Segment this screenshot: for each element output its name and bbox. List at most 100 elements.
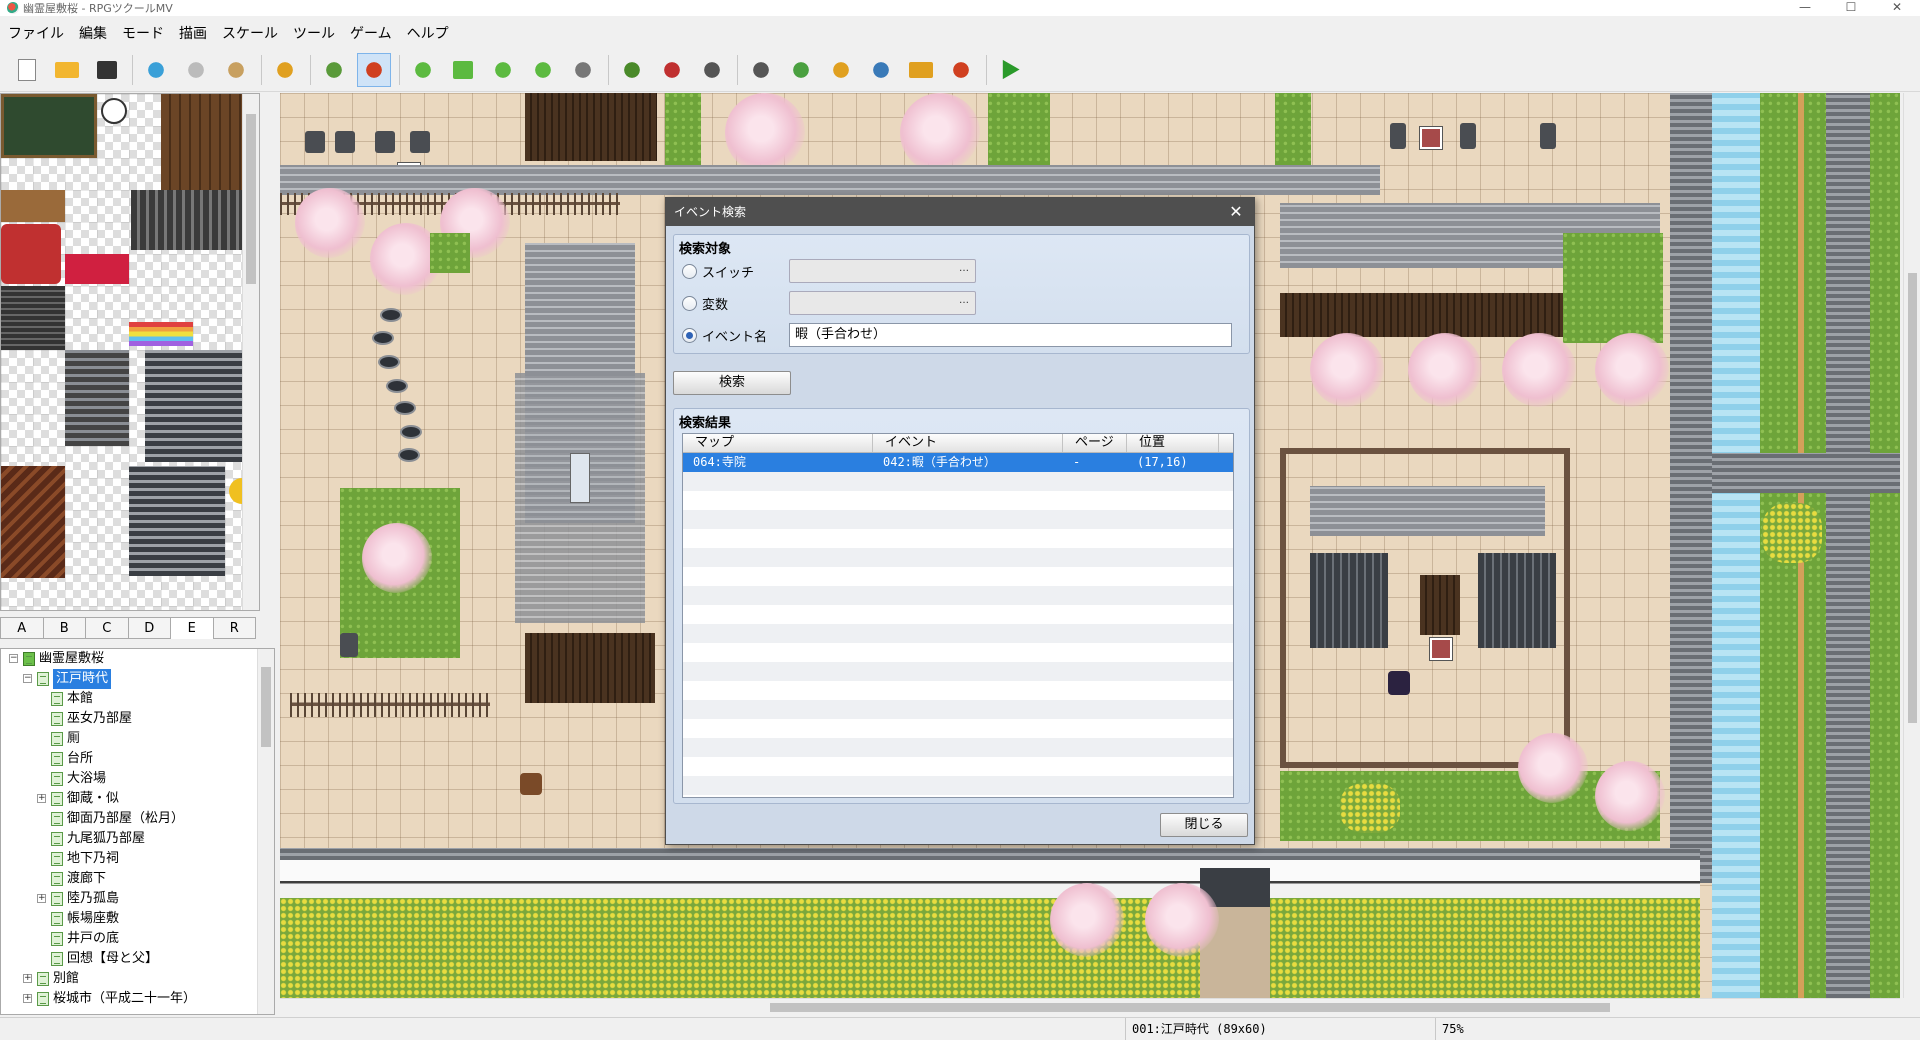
event-searcher-button[interactable] xyxy=(864,53,898,87)
map-event-marker[interactable] xyxy=(1430,638,1452,660)
menu-help[interactable]: ヘルプ xyxy=(399,23,456,43)
open-project-button[interactable] xyxy=(50,53,84,87)
collapse-icon[interactable]: − xyxy=(9,654,18,663)
tileset-tab-c[interactable]: C xyxy=(86,617,129,639)
column-page[interactable]: ページ xyxy=(1063,434,1127,452)
tileset-grid[interactable] xyxy=(1,94,257,610)
map-tree-item[interactable]: 巫女乃部屋 xyxy=(1,709,274,729)
close-window-button[interactable]: ✕ xyxy=(1874,0,1920,16)
column-map[interactable]: マップ xyxy=(683,434,873,452)
map-tree-item[interactable]: + 桜城市（平成二十一年） xyxy=(1,989,274,1009)
rectangle-button[interactable] xyxy=(446,53,480,87)
radio-switch-row[interactable]: スイッチ xyxy=(682,259,754,283)
flood-fill-button[interactable] xyxy=(526,53,560,87)
minimize-button[interactable]: — xyxy=(1782,0,1828,16)
expand-icon[interactable]: + xyxy=(23,974,32,983)
plugin-manager-button[interactable] xyxy=(784,53,818,87)
menu-tools[interactable]: ツール xyxy=(285,23,342,43)
undo-button[interactable] xyxy=(268,53,302,87)
map-tree-item[interactable]: 地下乃祠 xyxy=(1,849,274,869)
tile-red-cloth[interactable] xyxy=(65,254,129,284)
playtest-button[interactable] xyxy=(993,53,1027,87)
pencil-button[interactable] xyxy=(406,53,440,87)
map-tree-item[interactable]: 厠 xyxy=(1,729,274,749)
close-button[interactable]: 閉じる xyxy=(1160,813,1248,837)
expand-icon[interactable]: + xyxy=(37,894,46,903)
map-tree-item[interactable]: 井戸の底 xyxy=(1,929,274,949)
expand-icon[interactable]: + xyxy=(37,794,46,803)
results-table[interactable]: マップ イベント ページ 位置 064:寺院 042:暇（手合わせ） - (17,16… xyxy=(682,433,1234,798)
event-mode-button[interactable] xyxy=(357,52,391,87)
map-tree-item[interactable]: − 江戸時代 xyxy=(1,669,274,689)
map-horizontal-scrollbar[interactable] xyxy=(280,998,1900,1015)
tileset-tab-b[interactable]: B xyxy=(43,617,86,639)
map-tree[interactable]: − 幽霊屋敷桜 − 江戸時代 本館 巫女乃部屋厠台所 大浴場 + 御蔵・似 御面乃部屋（松月） 九尾… xyxy=(0,648,275,1015)
cut-button[interactable] xyxy=(139,53,173,87)
scrollbar-thumb[interactable] xyxy=(261,667,271,747)
save-project-button[interactable] xyxy=(90,53,124,87)
radio-variable-row[interactable]: 変数 xyxy=(682,291,728,315)
radio-event-name[interactable] xyxy=(682,327,697,343)
character-generator-button[interactable] xyxy=(944,53,978,87)
ellipse-button[interactable] xyxy=(486,53,520,87)
map-tree-item[interactable]: 大浴場 xyxy=(1,769,274,789)
map-tree-item[interactable]: 御面乃部屋（松月） xyxy=(1,809,274,829)
menu-edit[interactable]: 編集 xyxy=(71,23,114,43)
event-name-input[interactable]: 暇（手合わせ） xyxy=(789,323,1232,347)
map-tree-item[interactable]: 帳場座敷 xyxy=(1,909,274,929)
map-tree-item[interactable]: 台所 xyxy=(1,749,274,769)
scrollbar-thumb[interactable] xyxy=(1908,273,1917,723)
tile-temple[interactable] xyxy=(145,350,257,462)
map-tree-item[interactable]: 渡廊下 xyxy=(1,869,274,889)
radio-switch[interactable] xyxy=(682,263,697,279)
tileset-tab-a[interactable]: A xyxy=(0,617,44,639)
tile-clock[interactable] xyxy=(101,98,127,124)
radio-event-name-row[interactable]: イベント名 xyxy=(682,323,767,347)
collapse-icon[interactable]: − xyxy=(23,674,32,683)
map-tree-item[interactable]: 九尾狐乃部屋 xyxy=(1,829,274,849)
maximize-button[interactable]: ☐ xyxy=(1828,0,1874,16)
map-mode-button[interactable] xyxy=(317,53,351,87)
menu-scale[interactable]: スケール xyxy=(214,23,285,43)
scrollbar-thumb[interactable] xyxy=(246,114,256,284)
tile-tree[interactable] xyxy=(1,350,65,414)
sound-test-button[interactable] xyxy=(824,53,858,87)
column-event[interactable]: イベント xyxy=(873,434,1063,452)
tileset-tab-d[interactable]: D xyxy=(128,617,171,639)
copy-button[interactable] xyxy=(179,53,213,87)
map-tree-item[interactable]: + 別館 xyxy=(1,969,274,989)
map-tree-item[interactable]: − 幽霊屋敷桜 xyxy=(1,649,274,669)
tileset-scrollbar[interactable] xyxy=(242,94,259,610)
switch-picker[interactable]: … xyxy=(789,259,976,283)
variable-picker[interactable]: … xyxy=(789,291,976,315)
map-tree-item[interactable]: 回想【母と父】 xyxy=(1,949,274,969)
menu-mode[interactable]: モード xyxy=(114,23,171,43)
map-event-marker[interactable] xyxy=(1420,127,1442,149)
map-tree-item[interactable]: 本館 xyxy=(1,689,274,709)
switch-picker-button[interactable]: … xyxy=(955,262,973,280)
scrollbar-thumb[interactable] xyxy=(770,1003,1610,1012)
tileset-palette[interactable] xyxy=(0,93,260,611)
tile-gatehouse[interactable] xyxy=(129,466,225,576)
tile-rainbow-cloth[interactable] xyxy=(129,322,193,346)
map-tree-item[interactable]: + 陸乃孤島 xyxy=(1,889,274,909)
map-vertical-scrollbar[interactable] xyxy=(1903,93,1920,998)
resource-manager-button[interactable] xyxy=(904,53,938,87)
zoom-actual-button[interactable] xyxy=(695,53,729,87)
database-button[interactable] xyxy=(744,53,778,87)
tileset-tab-e[interactable]: E xyxy=(171,617,214,639)
menu-file[interactable]: ファイル xyxy=(0,23,71,43)
tile-desk[interactable] xyxy=(1,190,65,222)
tile-shrine-gate[interactable] xyxy=(1,286,65,350)
map-tree-scrollbar[interactable] xyxy=(257,649,274,1014)
map-tree-item[interactable]: + 御蔵・似 xyxy=(1,789,274,809)
search-button[interactable]: 検索 xyxy=(673,371,791,395)
expand-icon[interactable]: + xyxy=(23,994,32,1003)
tile-small-shrine[interactable] xyxy=(65,350,129,446)
map-character[interactable] xyxy=(1388,671,1410,695)
variable-picker-button[interactable]: … xyxy=(955,294,973,312)
new-project-button[interactable] xyxy=(10,53,44,87)
zoom-out-button[interactable] xyxy=(655,53,689,87)
result-row[interactable]: 064:寺院 042:暇（手合わせ） - (17,16) xyxy=(683,453,1233,472)
radio-variable[interactable] xyxy=(682,295,697,311)
